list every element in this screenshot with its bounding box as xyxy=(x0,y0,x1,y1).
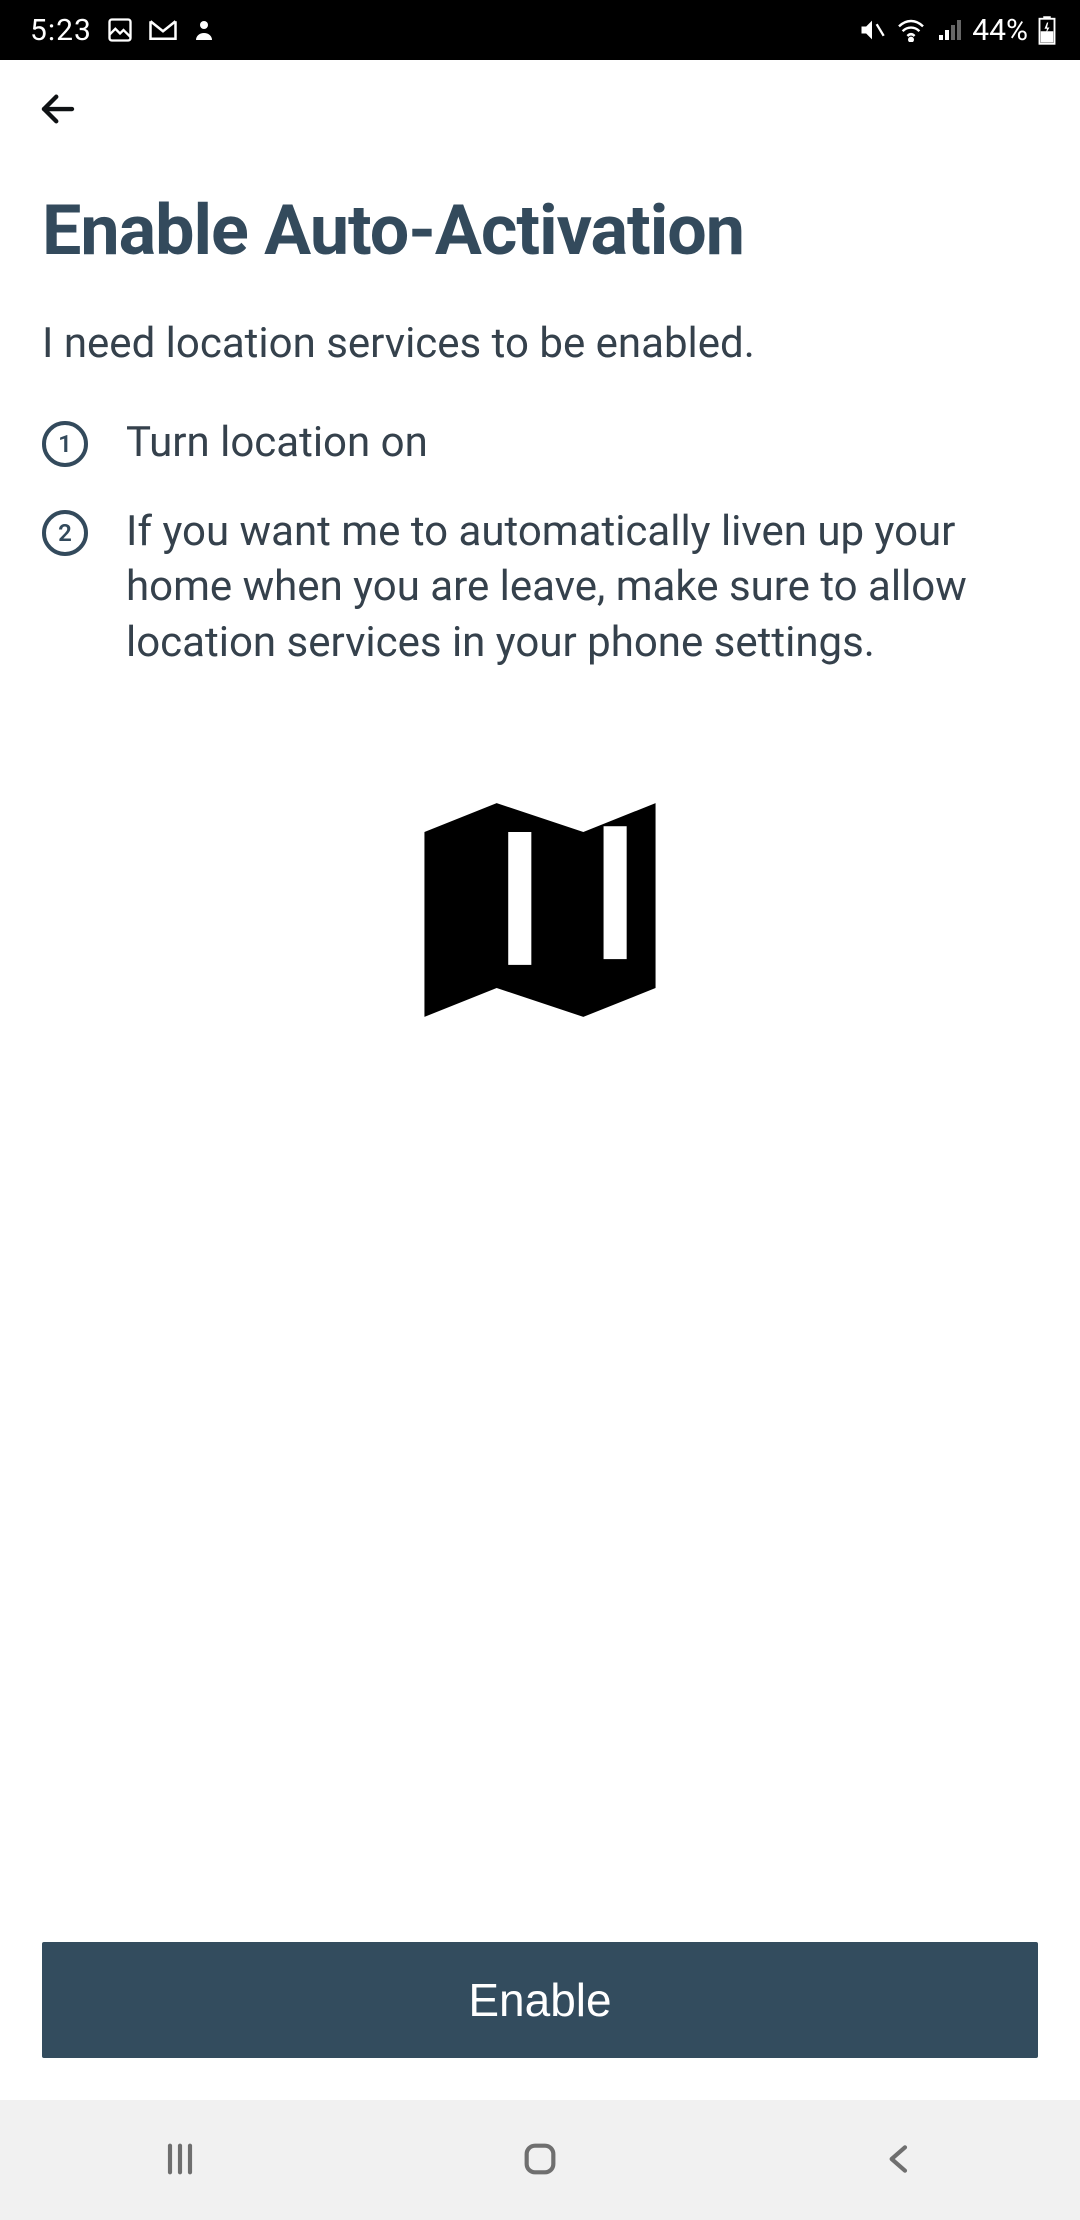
recent-apps-icon xyxy=(160,2139,200,2182)
step-item: 1 Turn location on xyxy=(42,415,1038,470)
page-subtitle: I need location services to be enabled. xyxy=(42,318,1038,371)
app-body: Enable Auto-Activation I need location s… xyxy=(0,60,1080,2100)
screen: 5:23 44% xyxy=(0,0,1080,2220)
step-item: 2 If you want me to automatically liven … xyxy=(42,504,1038,670)
steps-list: 1 Turn location on 2 If you want me to a… xyxy=(42,415,1038,671)
topbar xyxy=(0,60,1080,160)
arrow-left-icon xyxy=(37,88,79,133)
battery-percentage: 44% xyxy=(972,13,1028,48)
home-icon xyxy=(520,2139,560,2182)
status-left: 5:23 xyxy=(30,13,216,48)
gmail-icon xyxy=(148,18,178,42)
nav-home[interactable] xyxy=(440,2120,640,2200)
content: Enable Auto-Activation I need location s… xyxy=(0,160,1080,1942)
nav-back[interactable] xyxy=(800,2120,1000,2200)
step-text: Turn location on xyxy=(126,415,428,470)
chevron-left-icon xyxy=(880,2139,920,2182)
status-time: 5:23 xyxy=(30,13,92,48)
step-text: If you want me to automatically liven up… xyxy=(126,504,1038,670)
step-number-badge: 2 xyxy=(42,510,88,556)
step-number-badge: 1 xyxy=(42,421,88,467)
illustration-area xyxy=(42,780,1038,1044)
back-button[interactable] xyxy=(34,86,82,134)
signal-icon xyxy=(936,18,962,42)
enable-button[interactable]: Enable xyxy=(42,1942,1038,2058)
spacer xyxy=(42,1044,1038,1942)
action-area: Enable xyxy=(0,1942,1080,2100)
nav-recent-apps[interactable] xyxy=(80,2120,280,2200)
wifi-icon xyxy=(896,18,926,42)
map-icon xyxy=(395,780,685,1044)
system-nav-bar xyxy=(0,2100,1080,2220)
person-icon xyxy=(192,16,216,44)
status-bar: 5:23 44% xyxy=(0,0,1080,60)
mute-icon xyxy=(858,16,886,44)
picture-icon xyxy=(106,16,134,44)
page-title: Enable Auto-Activation xyxy=(42,190,1038,272)
battery-icon xyxy=(1038,15,1056,45)
status-right: 44% xyxy=(858,13,1056,48)
